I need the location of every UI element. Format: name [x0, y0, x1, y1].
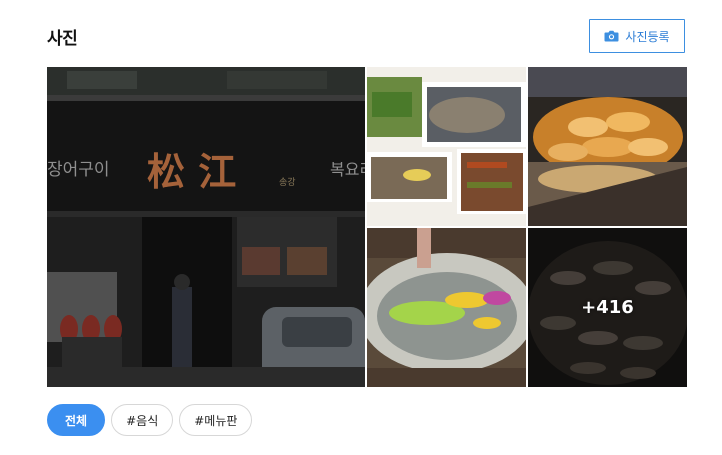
photo-section-title: 사진	[47, 29, 78, 49]
register-photo-button[interactable]: 사진등록	[589, 19, 685, 53]
filter-tag-menu[interactable]: #메뉴판	[179, 404, 253, 436]
more-photos-count[interactable]: +416	[528, 228, 687, 387]
photo-storefront[interactable]: 장어구이 松 江 송강 복요리	[47, 67, 365, 387]
sign-text-left: 장어구이	[47, 160, 110, 180]
photo-grill-more[interactable]: +416	[528, 228, 687, 387]
photo-grilled-eel[interactable]	[528, 67, 687, 226]
sign-text-center: 松 江	[147, 149, 236, 194]
filter-tag-all[interactable]: 전체	[47, 404, 106, 436]
filter-tag-food[interactable]: #음식	[111, 404, 174, 436]
photo-fish-platter[interactable]	[367, 228, 526, 387]
sign-text-right: 복요리	[330, 160, 365, 179]
photo-filter-tags: 전체 #음식 #메뉴판	[47, 404, 253, 436]
register-photo-label: 사진등록	[625, 29, 670, 44]
sign-text-small: 송강	[279, 177, 296, 188]
photo-food-collage[interactable]	[367, 67, 526, 226]
photo-grid: 장어구이 松 江 송강 복요리	[47, 67, 687, 387]
camera-icon	[604, 30, 619, 42]
